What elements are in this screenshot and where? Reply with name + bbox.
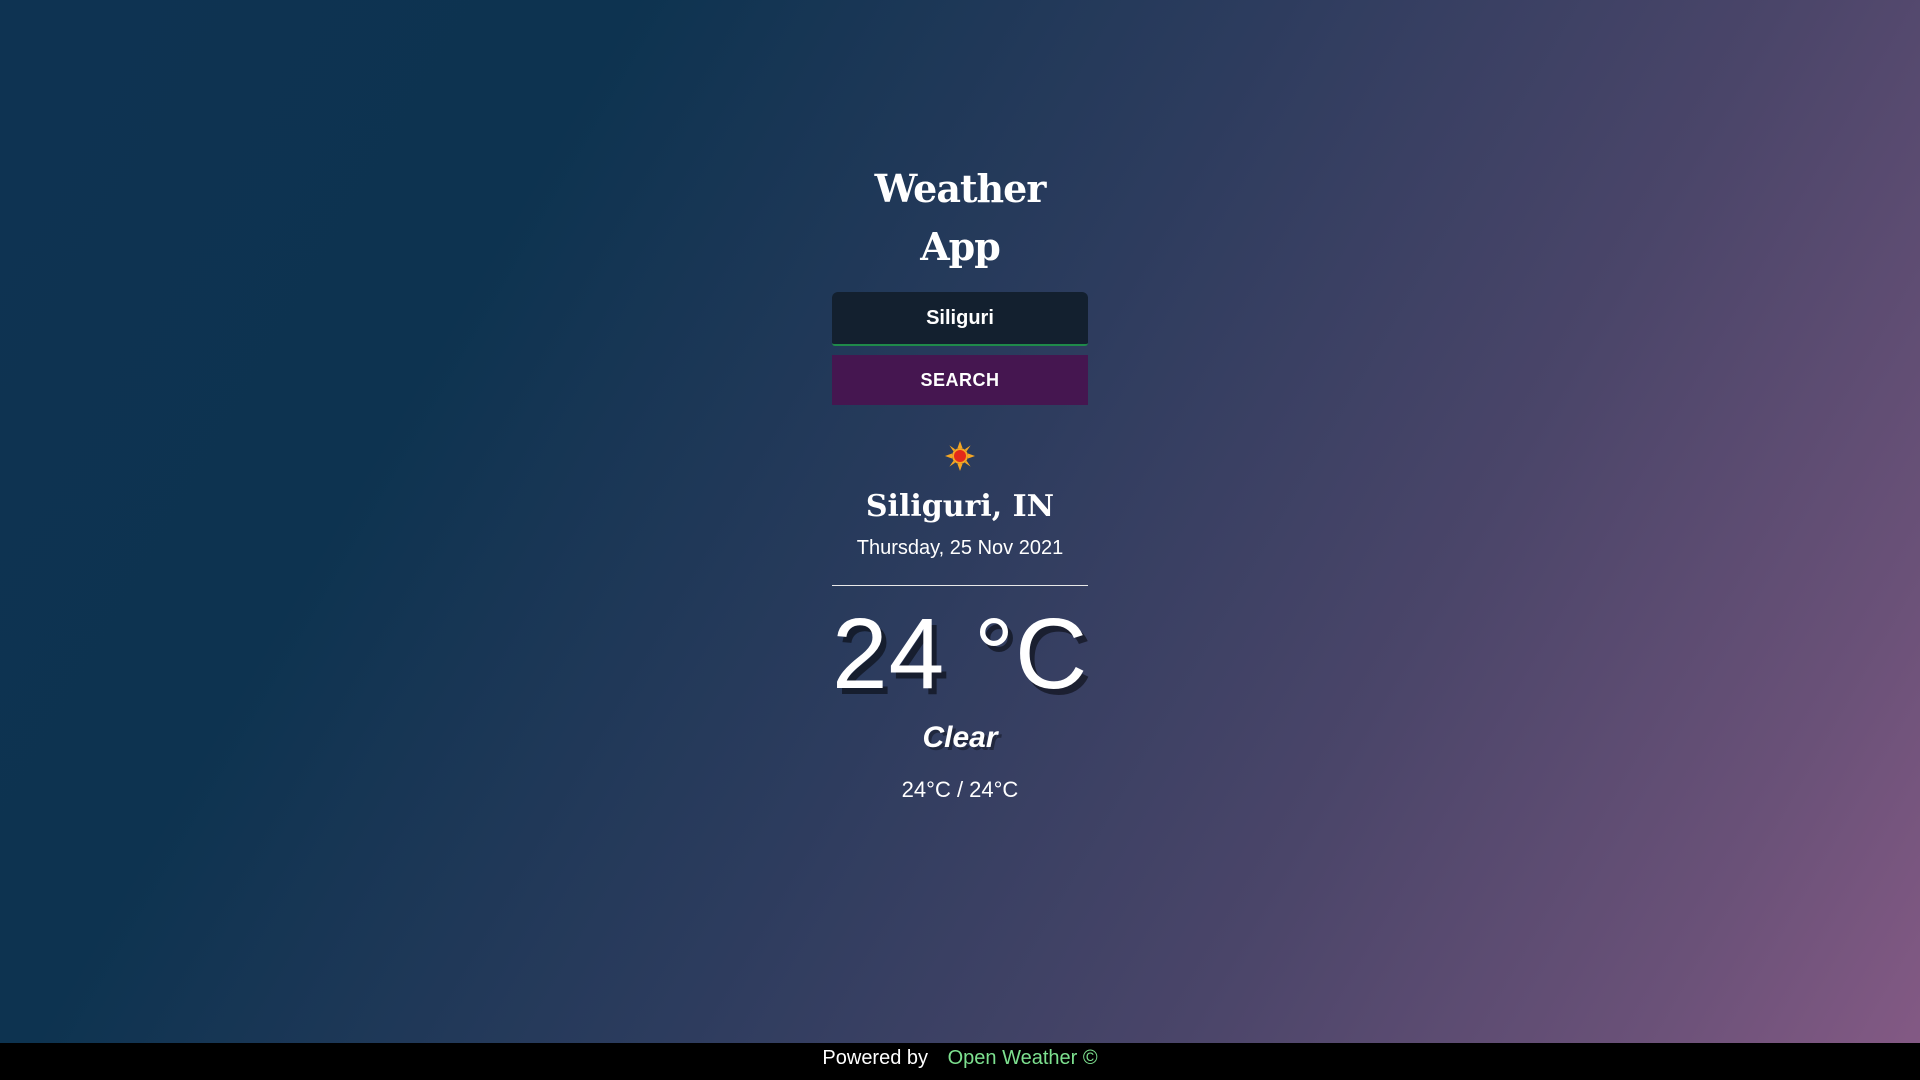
open-weather-link[interactable]: Open Weather © [948, 1047, 1098, 1069]
current-date: Thursday, 25 Nov 2021 [856, 537, 1064, 559]
divider [832, 585, 1088, 586]
city-search-input[interactable] [832, 292, 1088, 346]
location-name: Siliguri, IN [865, 489, 1055, 524]
powered-by-label: Powered by [822, 1047, 929, 1069]
sun-icon [945, 441, 975, 471]
footer: Powered by Open Weather © [0, 1043, 1920, 1080]
app-title: Weather App [874, 166, 1047, 269]
weather-condition: Clear [922, 721, 998, 754]
weather-card: Weather App SEARCH Siliguri, IN Thursday… [832, 160, 1088, 804]
search-button[interactable]: SEARCH [832, 355, 1088, 405]
app-root: Weather App SEARCH Siliguri, IN Thursday… [0, 0, 1920, 1043]
temperature-range: 24°C / 24°C [901, 777, 1019, 802]
temperature-value: 24 °C [832, 598, 1089, 710]
